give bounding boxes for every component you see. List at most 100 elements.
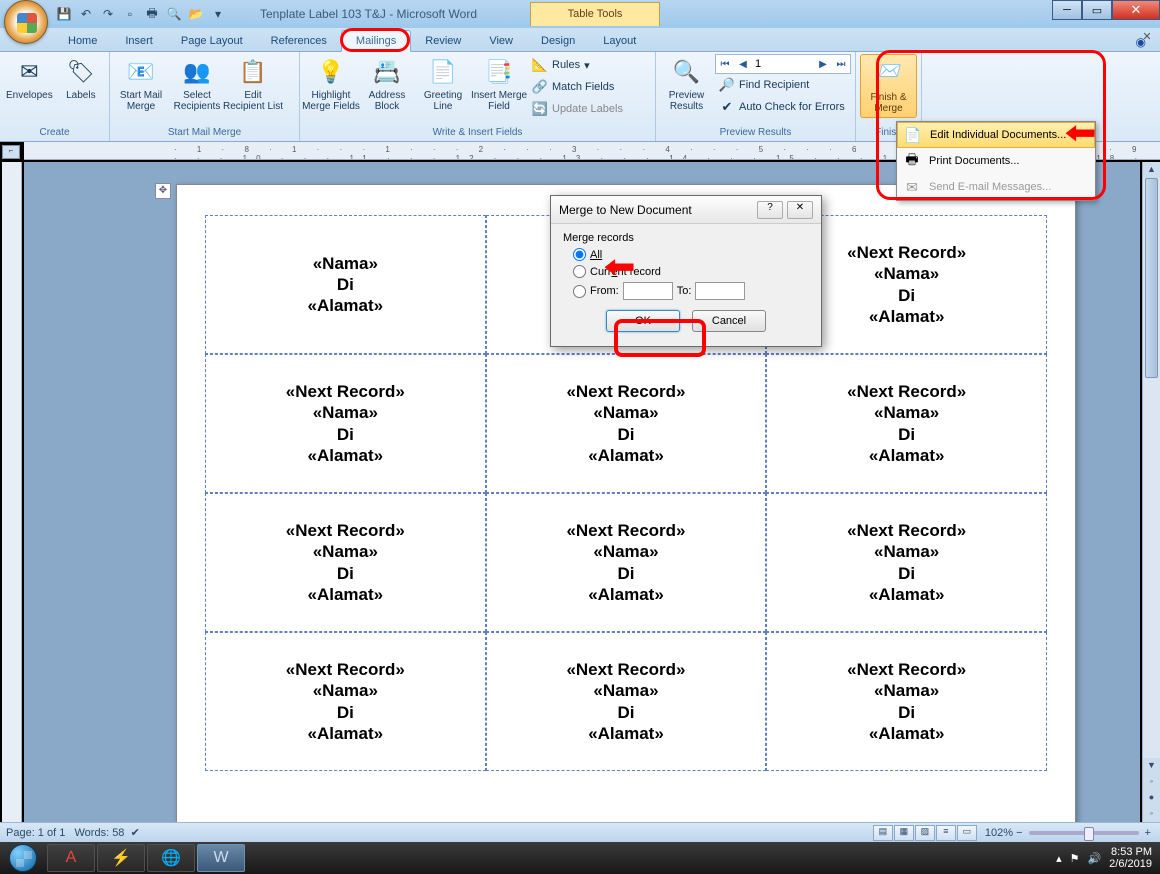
find-recipient-button[interactable]: 🔎Find Recipient <box>715 74 851 96</box>
cancel-button[interactable]: Cancel <box>692 310 766 332</box>
radio-from-row[interactable]: From: To: <box>573 282 809 300</box>
scroll-up-button[interactable]: ▲ <box>1143 162 1160 178</box>
qat-new-icon[interactable]: ▫ <box>120 4 140 24</box>
window-maximize-button[interactable]: ▭ <box>1082 0 1112 20</box>
update-labels-button[interactable]: 🔄Update Labels <box>528 98 627 120</box>
match-fields-button[interactable]: 🔗Match Fields <box>528 76 627 98</box>
tray-up-icon[interactable]: ▴ <box>1056 852 1062 865</box>
labels-button[interactable]: 🏷Labels <box>57 54 105 103</box>
finish-merge-button[interactable]: 📨Finish & Merge <box>860 54 917 118</box>
address-block-button[interactable]: 📇Address Block <box>360 54 414 114</box>
tab-insert[interactable]: Insert <box>111 31 167 51</box>
window-minimize-button[interactable]: ─ <box>1052 0 1082 20</box>
tab-references[interactable]: References <box>257 31 341 51</box>
qat-redo-icon[interactable]: ↷ <box>98 4 118 24</box>
scroll-down-button[interactable]: ▼ <box>1143 758 1160 774</box>
greeting-line-button[interactable]: 📄Greeting Line <box>416 54 470 114</box>
to-input[interactable] <box>695 282 745 300</box>
select-recipients-button[interactable]: 👥Select Recipients <box>170 54 224 114</box>
merge-records-label: Merge records <box>563 232 809 244</box>
label-cell[interactable]: «Next Record»«Nama»Di«Alamat» <box>205 354 486 493</box>
view-full-screen-button[interactable]: ▦ <box>894 825 914 841</box>
tab-page-layout[interactable]: Page Layout <box>167 31 257 51</box>
label-cell[interactable]: «Next Record»«Nama»Di«Alamat» <box>486 493 767 632</box>
tab-mailings[interactable]: Mailings <box>341 30 411 52</box>
view-print-layout-button[interactable]: ▤ <box>873 825 893 841</box>
tab-review[interactable]: Review <box>411 31 475 51</box>
status-proof-icon[interactable]: ✔ <box>131 826 140 839</box>
qat-more-icon[interactable]: ▾ <box>208 4 228 24</box>
label-cell[interactable]: «Nama»Di«Alamat» <box>205 215 486 354</box>
radio-current[interactable] <box>573 265 586 278</box>
label-cell[interactable]: «Next Record»«Nama»Di«Alamat» <box>486 354 767 493</box>
window-close-button[interactable]: ✕ <box>1112 0 1160 20</box>
qat-print-icon[interactable]: 🖶 <box>142 4 162 24</box>
qat-preview-icon[interactable]: 🔍 <box>164 4 184 24</box>
dialog-title: Merge to New Document <box>559 203 692 217</box>
taskbar-chrome[interactable]: 🌐 <box>147 844 195 872</box>
envelope-icon: ✉ <box>13 56 45 88</box>
tray-flag-icon[interactable]: ⚑ <box>1070 852 1080 865</box>
zoom-slider[interactable] <box>1029 831 1139 835</box>
label-cell[interactable]: «Next Record»«Nama»Di«Alamat» <box>766 493 1047 632</box>
status-page[interactable]: Page: 1 of 1 <box>6 827 65 839</box>
table-move-handle[interactable]: ✥ <box>155 183 171 199</box>
tab-design[interactable]: Design <box>527 31 589 51</box>
label-cell[interactable]: «Next Record»«Nama»Di«Alamat» <box>766 354 1047 493</box>
qat-open-icon[interactable]: 📂 <box>186 4 206 24</box>
from-input[interactable] <box>623 282 673 300</box>
first-record-button[interactable]: ⏮ <box>717 56 733 72</box>
rules-button[interactable]: 📐Rules ▾ <box>528 54 627 76</box>
tray-volume-icon[interactable]: 🔊 <box>1087 852 1101 865</box>
zoom-out-button[interactable]: − <box>1013 827 1022 839</box>
radio-from[interactable] <box>573 285 586 298</box>
document-close-button[interactable]: ✕ <box>1138 30 1156 46</box>
dialog-close-button[interactable]: ✕ <box>787 201 813 219</box>
envelopes-button[interactable]: ✉Envelopes <box>4 54 55 103</box>
vertical-scrollbar[interactable]: ▲ ▼ ◦ ● ◦ <box>1142 162 1160 822</box>
view-draft-button[interactable]: ▭ <box>957 825 977 841</box>
qat-undo-icon[interactable]: ↶ <box>76 4 96 24</box>
tab-home[interactable]: Home <box>54 31 111 51</box>
menu-print-documents[interactable]: 🖶Print Documents... <box>897 148 1095 174</box>
tab-layout[interactable]: Layout <box>589 31 650 51</box>
prev-record-button[interactable]: ◀ <box>735 56 751 72</box>
tab-view[interactable]: View <box>475 31 527 51</box>
zoom-in-button[interactable]: + <box>1145 827 1154 839</box>
label-cell[interactable]: «Next Record»«Nama»Di«Alamat» <box>486 632 767 771</box>
zoom-level[interactable]: 102% <box>985 827 1013 839</box>
status-words[interactable]: Words: 58 <box>75 827 125 839</box>
taskbar-app-2[interactable]: ⚡ <box>97 844 145 872</box>
label-cell[interactable]: «Next Record»«Nama»Di«Alamat» <box>205 493 486 632</box>
scroll-thumb[interactable] <box>1145 178 1158 378</box>
label-cell[interactable]: «Next Record»«Nama»Di«Alamat» <box>205 632 486 771</box>
print-docs-icon: 🖶 <box>903 152 921 170</box>
view-web-button[interactable]: ▨ <box>915 825 935 841</box>
next-record-button[interactable]: ▶ <box>815 56 831 72</box>
system-clock[interactable]: 8:53 PM 2/6/2019 <box>1109 846 1152 870</box>
view-outline-button[interactable]: ≡ <box>936 825 956 841</box>
radio-all[interactable] <box>573 248 586 261</box>
record-number-input[interactable] <box>753 58 813 70</box>
auto-check-button[interactable]: ✔Auto Check for Errors <box>715 96 851 118</box>
qat-save-icon[interactable]: 💾 <box>54 4 74 24</box>
highlight-fields-button[interactable]: 💡Highlight Merge Fields <box>304 54 358 114</box>
vertical-ruler[interactable] <box>2 162 22 822</box>
prev-page-button[interactable]: ◦ <box>1143 774 1160 790</box>
label-cell[interactable]: «Next Record»«Nama»Di«Alamat» <box>766 632 1047 771</box>
edit-recipient-list-button[interactable]: 📋Edit Recipient List <box>226 54 280 114</box>
taskbar-app-1[interactable]: A <box>47 844 95 872</box>
dialog-help-button[interactable]: ? <box>757 201 783 219</box>
office-button[interactable] <box>4 0 48 44</box>
insert-merge-field-button[interactable]: 📑Insert Merge Field <box>472 54 526 114</box>
next-page-button[interactable]: ◦ <box>1143 806 1160 822</box>
start-mail-merge-button[interactable]: 📧Start Mail Merge <box>114 54 168 114</box>
ok-button[interactable]: OK <box>606 310 680 332</box>
preview-results-button[interactable]: 🔍Preview Results <box>660 54 713 114</box>
preview-label: Preview Results <box>669 90 705 112</box>
start-button[interactable] <box>0 842 46 874</box>
last-record-button[interactable]: ⏭ <box>833 56 849 72</box>
browse-object-button[interactable]: ● <box>1143 790 1160 806</box>
taskbar-word[interactable]: W <box>197 844 245 872</box>
ruler-corner[interactable]: ⌐ <box>2 145 20 159</box>
